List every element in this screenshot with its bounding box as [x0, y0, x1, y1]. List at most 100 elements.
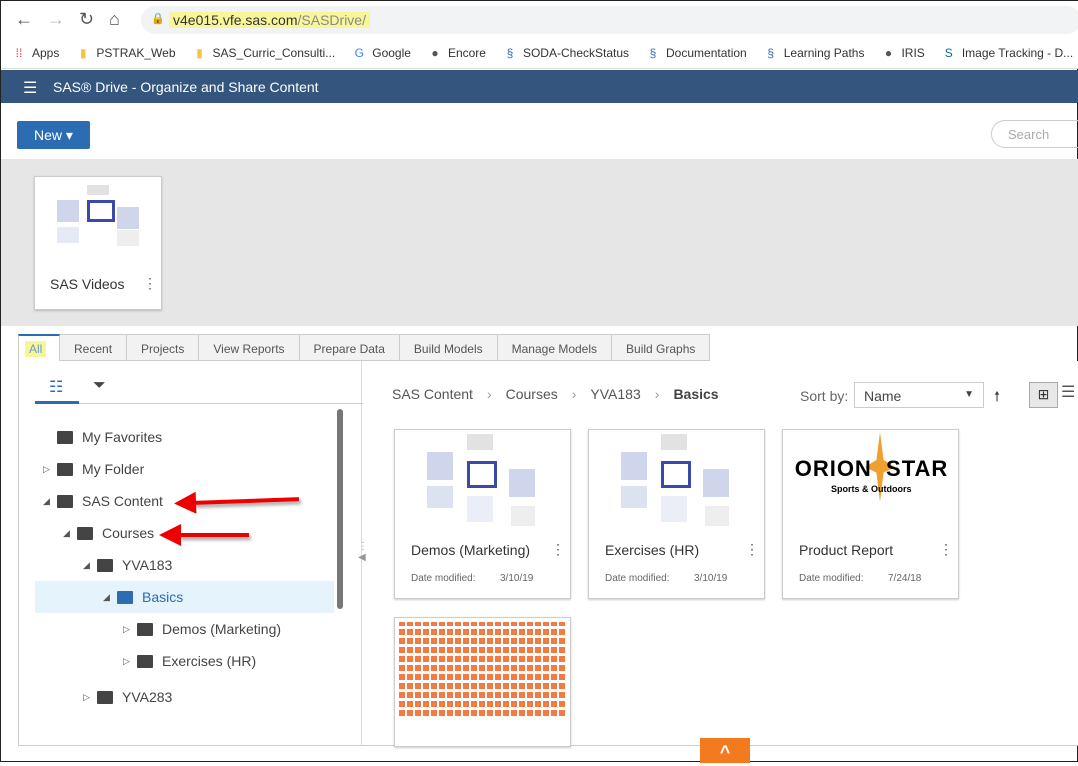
tree-node[interactable]: ▷ YVA283 — [35, 681, 334, 713]
expand-toggle-icon[interactable]: ▷ — [123, 624, 137, 635]
list-view-button[interactable]: ☰ — [1061, 382, 1075, 402]
bookmark-label: SAS_Curric_Consulti... — [212, 45, 336, 60]
expand-toggle-icon[interactable]: ◢ — [103, 592, 117, 603]
card-name: Demos (Marketing) — [411, 542, 531, 558]
breadcrumb-item[interactable]: YVA183 — [590, 386, 640, 402]
tab-build-graphs[interactable]: Build Graphs — [612, 334, 711, 361]
breadcrumb-separator-icon: › — [654, 386, 660, 402]
bookmark[interactable]: S Image Tracking - D... — [943, 46, 1073, 60]
folder-icon — [117, 590, 133, 604]
bookmark[interactable]: G Google — [353, 46, 411, 60]
sort-select[interactable]: Name ▼ — [854, 382, 984, 408]
sort-label: Sort by: — [800, 388, 849, 404]
filter-icon[interactable]: ⏷ — [93, 377, 106, 395]
breadcrumb-separator-icon: › — [571, 386, 577, 402]
tree-node-label: Demos (Marketing) — [162, 621, 282, 637]
tree-node[interactable]: ▷ Exercises (HR) — [35, 645, 334, 677]
sharepoint-icon: S — [944, 45, 953, 60]
reload-icon[interactable]: ↻ — [79, 9, 94, 30]
scroll-to-top-button[interactable]: ^ — [700, 738, 750, 763]
bookmark-label: Apps — [32, 45, 60, 60]
folder-icon — [137, 654, 153, 668]
annotation-arrow — [159, 524, 249, 546]
tree-node-label: SAS Content — [82, 493, 163, 509]
apps-grid-icon: ⁞⁞ — [15, 45, 23, 60]
more-options-icon[interactable]: ⋮ — [745, 541, 759, 558]
bookmark-label: Documentation — [666, 45, 747, 60]
bookmark[interactable]: ● IRIS — [882, 45, 925, 60]
search-input[interactable]: Search — [991, 120, 1078, 148]
expand-toggle-icon[interactable]: ◢ — [83, 560, 97, 571]
tree-scrollbar[interactable] — [337, 409, 343, 609]
tab-label: Prepare Data — [313, 342, 385, 356]
tab-build-models[interactable]: Build Models — [399, 334, 498, 361]
tree-node-label: YVA283 — [122, 689, 173, 705]
more-options-icon[interactable]: ⋮ — [143, 275, 157, 292]
folder-icon: ▮ — [196, 45, 203, 60]
globe-icon: ● — [431, 45, 439, 60]
url-host: v4e015.vfe.sas.com — [173, 12, 298, 28]
expand-toggle-icon[interactable]: ▷ — [83, 692, 97, 703]
tab-recent[interactable]: Recent — [60, 334, 128, 361]
back-icon[interactable]: ← — [15, 9, 33, 30]
folder-thumbnail — [593, 434, 760, 530]
date-value: 7/24/18 — [888, 573, 922, 584]
expand-toggle-icon[interactable]: ◢ — [43, 496, 57, 507]
folder-tree-pane: ☷ ⏷ My Favorites ▷ My Folder ◢ SAS Content ◢ C… — [19, 361, 363, 746]
tree-node[interactable]: ◢ YVA183 — [35, 549, 334, 581]
forward-icon[interactable]: → — [47, 9, 65, 30]
more-options-icon[interactable]: ⋮ — [551, 541, 565, 558]
bookmark[interactable]: ● Encore — [429, 46, 486, 60]
tree-node[interactable]: ◢ Basics — [35, 581, 334, 613]
menu-icon[interactable]: ☰ — [23, 78, 37, 98]
more-options-icon[interactable]: ⋮ — [939, 541, 953, 558]
tab-label: View Reports — [213, 342, 285, 356]
expand-toggle-icon[interactable]: ◢ — [63, 528, 77, 539]
tree-view-icon[interactable]: ☷ — [49, 377, 63, 397]
folder-card[interactable]: Exercises (HR) ⋮ Date modified: 3/10/19 — [588, 429, 765, 599]
tree-node-label: My Folder — [82, 461, 145, 477]
browser-toolbar: ← → ↻ ⌂ 🔒 v4e015.vfe.sas.com/SASDrive/ — [1, 1, 1078, 37]
tab-label: Manage Models — [511, 342, 598, 356]
pane-collapse-icon[interactable]: ⋮ ◀ — [358, 541, 368, 563]
tile-name: SAS Videos — [50, 276, 125, 292]
expand-toggle-icon[interactable]: ▷ — [43, 464, 57, 475]
home-icon[interactable]: ⌂ — [109, 9, 120, 30]
tab-prepare-data[interactable]: Prepare Data — [299, 334, 400, 361]
report-card[interactable] — [394, 617, 571, 747]
folder-icon: ▮ — [80, 45, 87, 60]
date-label: Date modified: — [799, 573, 864, 584]
breadcrumb-item[interactable]: SAS Content — [392, 386, 473, 402]
grid-view-button[interactable]: ⊞ — [1029, 382, 1058, 408]
tab-all[interactable]: All — [18, 334, 60, 361]
bookmark[interactable]: § SODA-CheckStatus — [504, 46, 629, 60]
bookmark-label: Encore — [447, 45, 486, 60]
globe-icon: ● — [884, 45, 893, 60]
expand-toggle-icon[interactable]: ▷ — [123, 656, 137, 667]
sort-direction-icon[interactable]: 🠕 — [994, 386, 1000, 410]
tree-node[interactable]: My Favorites — [35, 421, 334, 453]
folder-card[interactable]: Demos (Marketing) ⋮ Date modified: 3/10/19 — [394, 429, 571, 599]
folder-icon — [467, 461, 497, 488]
tree-node[interactable]: ▷ Demos (Marketing) — [35, 613, 334, 645]
bookmark[interactable]: ▮ SAS_Curric_Consulti... — [194, 45, 336, 60]
app-header: ☰ SAS® Drive - Organize and Share Conten… — [1, 70, 1078, 103]
breadcrumb-item: Basics — [673, 386, 719, 402]
tab-view-reports[interactable]: View Reports — [199, 334, 300, 361]
tree-node[interactable]: ▷ My Folder — [35, 453, 334, 485]
breadcrumb-item[interactable]: Courses — [506, 386, 558, 402]
shelf-tile-sas-videos[interactable]: SAS Videos ⋮ — [34, 176, 162, 310]
new-button[interactable]: New ▾ — [17, 121, 90, 149]
tab-projects[interactable]: Projects — [127, 334, 200, 361]
bookmark[interactable]: § Documentation — [647, 46, 747, 60]
folder-thumbnail — [399, 434, 566, 530]
bookmark[interactable]: § Learning Paths — [765, 46, 864, 60]
bookmark[interactable]: ⁞⁞ Apps — [13, 45, 60, 60]
tab-manage-models[interactable]: Manage Models — [497, 334, 613, 361]
report-card[interactable]: ORION STAR Sports & Outdoors Product Repor… — [782, 429, 959, 599]
bookmark[interactable]: ▮ PSTRAK_Web — [77, 46, 175, 60]
sas-icon: § — [506, 45, 514, 60]
address-bar[interactable]: 🔒 v4e015.vfe.sas.com/SASDrive/ — [141, 6, 1078, 34]
tab-label: Build Models — [413, 342, 483, 356]
breadcrumb: SAS Content › Courses › YVA183 › Basics — [392, 386, 719, 402]
